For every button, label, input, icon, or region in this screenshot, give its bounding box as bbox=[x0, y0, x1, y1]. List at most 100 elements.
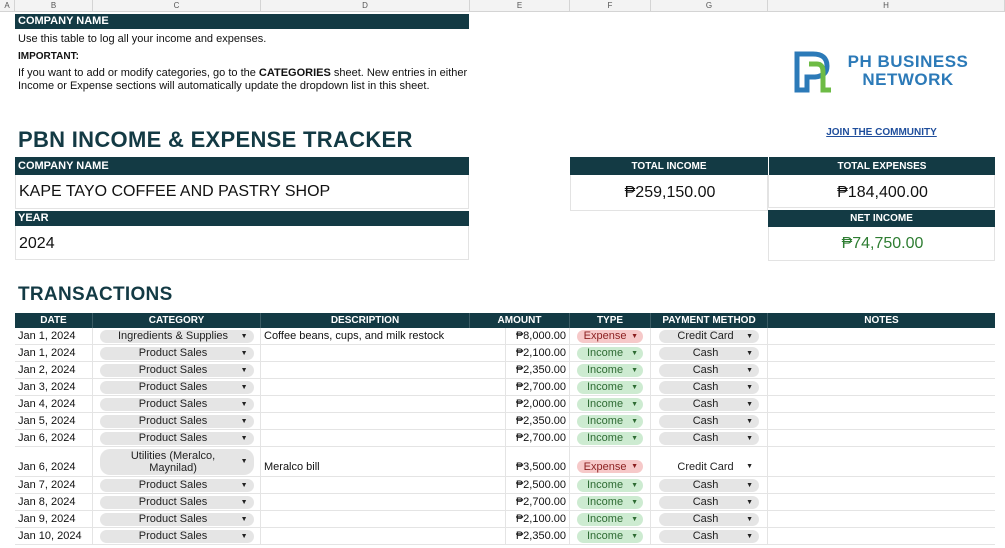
cell-category[interactable]: Product Sales ▼ bbox=[93, 396, 261, 412]
cell-payment-method[interactable]: Credit Card ▼ bbox=[651, 447, 768, 476]
cell-notes[interactable] bbox=[768, 362, 995, 378]
type-dropdown[interactable]: Expense ▼ bbox=[577, 329, 643, 343]
cell-notes[interactable] bbox=[768, 430, 995, 446]
cell-type[interactable]: Expense ▼ bbox=[570, 328, 651, 344]
cell-amount[interactable]: ₱2,350.00 bbox=[506, 362, 570, 378]
cell-payment-method[interactable]: Cash ▼ bbox=[651, 494, 768, 510]
type-dropdown[interactable]: Income ▼ bbox=[577, 397, 643, 411]
cell-notes[interactable] bbox=[768, 494, 995, 510]
year-cell[interactable]: 2024 bbox=[15, 226, 469, 260]
cell-payment-method[interactable]: Cash ▼ bbox=[651, 362, 768, 378]
cell-category[interactable]: Product Sales ▼ bbox=[93, 511, 261, 527]
type-dropdown[interactable]: Income ▼ bbox=[577, 512, 643, 526]
cell-date[interactable]: Jan 9, 2024 bbox=[15, 511, 93, 527]
cell-date[interactable]: Jan 4, 2024 bbox=[15, 396, 93, 412]
payment-method-dropdown[interactable]: Cash ▼ bbox=[659, 529, 759, 543]
column-header-f[interactable]: F bbox=[570, 0, 651, 12]
cell-type[interactable]: Income ▼ bbox=[570, 528, 651, 544]
type-dropdown[interactable]: Expense ▼ bbox=[577, 460, 643, 473]
category-dropdown[interactable]: Product Sales ▼ bbox=[99, 478, 254, 492]
cell-date[interactable]: Jan 6, 2024 bbox=[15, 447, 93, 476]
cell-category[interactable]: Product Sales ▼ bbox=[93, 345, 261, 361]
column-header-b[interactable]: B bbox=[15, 0, 93, 12]
cell-type[interactable]: Expense ▼ bbox=[570, 447, 651, 476]
type-dropdown[interactable]: Income ▼ bbox=[577, 363, 643, 377]
cell-date[interactable]: Jan 7, 2024 bbox=[15, 477, 93, 493]
cell-notes[interactable] bbox=[768, 396, 995, 412]
cell-description[interactable] bbox=[261, 345, 506, 361]
column-header-d[interactable]: D bbox=[261, 0, 470, 12]
cell-description[interactable] bbox=[261, 511, 506, 527]
type-dropdown[interactable]: Income ▼ bbox=[577, 495, 643, 509]
payment-method-dropdown[interactable]: Credit Card ▼ bbox=[659, 460, 759, 473]
cell-description[interactable] bbox=[261, 528, 506, 544]
cell-category[interactable]: Product Sales ▼ bbox=[93, 379, 261, 395]
cell-amount[interactable]: ₱2,350.00 bbox=[506, 528, 570, 544]
cell-payment-method[interactable]: Cash ▼ bbox=[651, 511, 768, 527]
cell-category[interactable]: Ingredients & Supplies ▼ bbox=[93, 328, 261, 344]
type-dropdown[interactable]: Income ▼ bbox=[577, 478, 643, 492]
join-community-link[interactable]: JOIN THE COMMUNITY bbox=[768, 127, 995, 138]
cell-payment-method[interactable]: Cash ▼ bbox=[651, 477, 768, 493]
category-dropdown[interactable]: Product Sales ▼ bbox=[99, 495, 254, 509]
cell-description[interactable] bbox=[261, 362, 506, 378]
cell-amount[interactable]: ₱2,000.00 bbox=[506, 396, 570, 412]
cell-payment-method[interactable]: Cash ▼ bbox=[651, 379, 768, 395]
cell-type[interactable]: Income ▼ bbox=[570, 362, 651, 378]
cell-type[interactable]: Income ▼ bbox=[570, 430, 651, 446]
cell-notes[interactable] bbox=[768, 413, 995, 429]
cell-amount[interactable]: ₱8,000.00 bbox=[506, 328, 570, 344]
cell-category[interactable]: Product Sales ▼ bbox=[93, 477, 261, 493]
cell-notes[interactable] bbox=[768, 345, 995, 361]
type-dropdown[interactable]: Income ▼ bbox=[577, 414, 643, 428]
cell-date[interactable]: Jan 1, 2024 bbox=[15, 328, 93, 344]
cell-description[interactable] bbox=[261, 379, 506, 395]
category-dropdown[interactable]: Product Sales ▼ bbox=[99, 346, 254, 360]
cell-payment-method[interactable]: Cash ▼ bbox=[651, 413, 768, 429]
cell-category[interactable]: Product Sales ▼ bbox=[93, 528, 261, 544]
payment-method-dropdown[interactable]: Cash ▼ bbox=[659, 478, 759, 492]
cell-notes[interactable] bbox=[768, 477, 995, 493]
payment-method-dropdown[interactable]: Cash ▼ bbox=[659, 397, 759, 411]
cell-notes[interactable] bbox=[768, 447, 995, 476]
cell-amount[interactable]: ₱2,700.00 bbox=[506, 430, 570, 446]
payment-method-dropdown[interactable]: Cash ▼ bbox=[659, 414, 759, 428]
cell-payment-method[interactable]: Cash ▼ bbox=[651, 396, 768, 412]
cell-date[interactable]: Jan 1, 2024 bbox=[15, 345, 93, 361]
cell-type[interactable]: Income ▼ bbox=[570, 477, 651, 493]
cell-date[interactable]: Jan 2, 2024 bbox=[15, 362, 93, 378]
cell-amount[interactable]: ₱2,500.00 bbox=[506, 477, 570, 493]
cell-type[interactable]: Income ▼ bbox=[570, 511, 651, 527]
category-dropdown[interactable]: Product Sales ▼ bbox=[99, 529, 254, 543]
cell-category[interactable]: Utilities (Meralco, Maynilad) ▼ bbox=[93, 447, 261, 476]
category-dropdown[interactable]: Product Sales ▼ bbox=[99, 414, 254, 428]
cell-notes[interactable] bbox=[768, 379, 995, 395]
type-dropdown[interactable]: Income ▼ bbox=[577, 529, 643, 543]
cell-payment-method[interactable]: Cash ▼ bbox=[651, 528, 768, 544]
cell-type[interactable]: Income ▼ bbox=[570, 379, 651, 395]
cell-category[interactable]: Product Sales ▼ bbox=[93, 494, 261, 510]
cell-description[interactable] bbox=[261, 396, 506, 412]
cell-amount[interactable]: ₱2,100.00 bbox=[506, 345, 570, 361]
cell-amount[interactable]: ₱2,350.00 bbox=[506, 413, 570, 429]
cell-amount[interactable]: ₱2,100.00 bbox=[506, 511, 570, 527]
column-header-a[interactable]: A bbox=[0, 0, 15, 12]
cell-type[interactable]: Income ▼ bbox=[570, 345, 651, 361]
category-dropdown[interactable]: Product Sales ▼ bbox=[99, 380, 254, 394]
cell-amount[interactable]: ₱2,700.00 bbox=[506, 494, 570, 510]
payment-method-dropdown[interactable]: Credit Card ▼ bbox=[659, 329, 759, 343]
payment-method-dropdown[interactable]: Cash ▼ bbox=[659, 363, 759, 377]
cell-payment-method[interactable]: Cash ▼ bbox=[651, 430, 768, 446]
category-dropdown[interactable]: Product Sales ▼ bbox=[99, 431, 254, 445]
cell-date[interactable]: Jan 3, 2024 bbox=[15, 379, 93, 395]
cell-category[interactable]: Product Sales ▼ bbox=[93, 362, 261, 378]
cell-date[interactable]: Jan 8, 2024 bbox=[15, 494, 93, 510]
cell-payment-method[interactable]: Cash ▼ bbox=[651, 345, 768, 361]
cell-date[interactable]: Jan 10, 2024 bbox=[15, 528, 93, 544]
column-header-g[interactable]: G bbox=[651, 0, 768, 12]
column-header-h[interactable]: H bbox=[768, 0, 1005, 12]
payment-method-dropdown[interactable]: Cash ▼ bbox=[659, 431, 759, 445]
cell-description[interactable]: Coffee beans, cups, and milk restock bbox=[261, 328, 506, 344]
payment-method-dropdown[interactable]: Cash ▼ bbox=[659, 495, 759, 509]
category-dropdown[interactable]: Ingredients & Supplies ▼ bbox=[99, 329, 254, 343]
